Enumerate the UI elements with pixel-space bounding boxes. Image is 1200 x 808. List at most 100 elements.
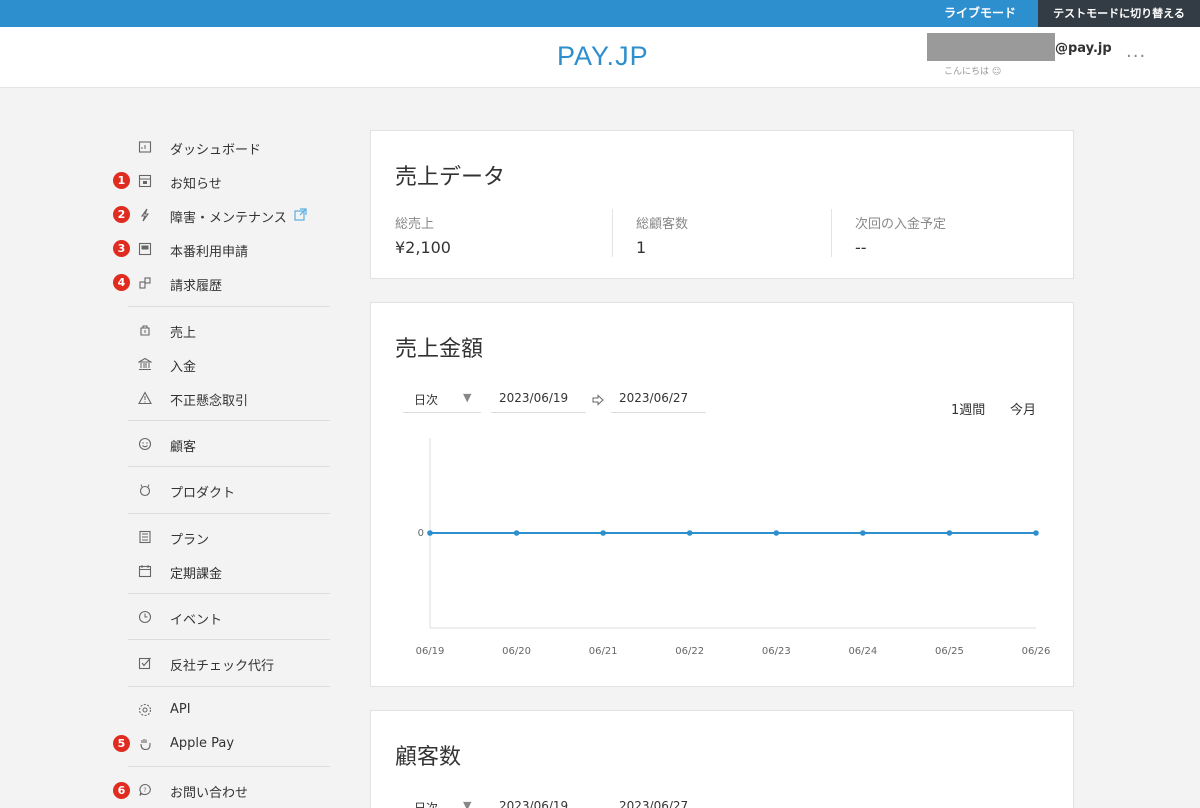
smile-icon: ☺ bbox=[991, 67, 1002, 77]
sales-data-card: 売上データ 総売上 ¥2,100 総顧客数 1 次回の入金予定 -- bbox=[370, 130, 1074, 279]
interval-value: 日次 bbox=[414, 801, 439, 808]
sidebar-item-label: ダッシュボード bbox=[170, 143, 262, 158]
sidebar-item-production-application[interactable]: 本番利用申請 bbox=[128, 234, 330, 264]
logo-dot: . bbox=[606, 41, 616, 71]
sidebar-item-label: プロダクト bbox=[170, 486, 236, 501]
dropdown-arrow-icon: ▼ bbox=[463, 391, 472, 404]
plan-icon bbox=[139, 530, 151, 544]
sidebar-item-antisocial-check[interactable]: 反社チェック代行 bbox=[128, 648, 330, 678]
svg-text:?: ? bbox=[143, 787, 146, 794]
sidebar-divider bbox=[128, 593, 330, 594]
stat-divider bbox=[831, 209, 832, 257]
x-tick-label: 06/22 bbox=[675, 646, 704, 657]
sidebar-divider bbox=[128, 466, 330, 467]
sidebar-item-label: 顧客 bbox=[170, 440, 197, 455]
range-month-button[interactable]: 今月 bbox=[1010, 399, 1036, 418]
sidebar-item-customers[interactable]: 顧客 bbox=[128, 429, 330, 459]
dropdown-arrow-icon: ▼ bbox=[463, 799, 472, 808]
redacted-email bbox=[927, 33, 1055, 61]
sidebar-item-sales[interactable]: 売上 bbox=[128, 315, 330, 345]
customer-icon bbox=[138, 437, 152, 451]
product-icon bbox=[139, 484, 151, 497]
sidebar-item-label: 売上 bbox=[170, 326, 197, 341]
stat-total-customers: 総顧客数 1 bbox=[636, 213, 688, 257]
logo-main: PAY bbox=[557, 41, 607, 71]
sales-icon bbox=[140, 325, 150, 336]
sidebar-item-label: API bbox=[170, 702, 191, 717]
data-point bbox=[773, 530, 780, 536]
apple-pay-icon bbox=[140, 739, 151, 751]
date-from-input[interactable]: 2023/06/19 bbox=[491, 797, 586, 808]
date-to-input[interactable]: 2023/06/27 bbox=[611, 797, 706, 808]
sidebar-item-contact[interactable]: ? お問い合わせ bbox=[128, 775, 330, 805]
subscription-icon bbox=[138, 565, 152, 578]
sidebar-item-dashboard[interactable]: ダッシュボード bbox=[128, 132, 330, 162]
x-tick-label: 06/20 bbox=[502, 646, 531, 657]
sidebar-item-label: イベント bbox=[170, 613, 223, 628]
sidebar-item-label: Apple Pay bbox=[170, 736, 235, 751]
data-point bbox=[860, 530, 866, 536]
application-icon bbox=[138, 242, 152, 256]
x-tick-label: 06/26 bbox=[1022, 646, 1051, 657]
switch-test-mode-button[interactable]: テストモードに切り替える bbox=[1038, 0, 1200, 27]
sidebar-item-maintenance[interactable]: 障害・メンテナンス bbox=[128, 200, 330, 230]
sidebar-divider bbox=[128, 686, 330, 687]
greeting-text: こんにちは ☺ bbox=[944, 64, 1001, 77]
warning-icon bbox=[138, 391, 152, 405]
date-to-input[interactable]: 2023/06/27 bbox=[611, 389, 706, 413]
sidebar-item-events[interactable]: イベント bbox=[128, 602, 330, 632]
date-from-value: 2023/06/19 bbox=[499, 391, 569, 405]
sidebar-item-deposit[interactable]: 入金 bbox=[128, 349, 330, 379]
sidebar-item-plans[interactable]: プラン bbox=[128, 522, 330, 552]
stat-label: 総顧客数 bbox=[636, 217, 689, 232]
sales-amount-card: 売上金額 日次 ▼ 2023/06/19 2023/06/27 1週間 今月 0… bbox=[370, 302, 1074, 687]
stat-next-deposit: 次回の入金予定 -- bbox=[855, 213, 946, 257]
sidebar-item-label: 定期課金 bbox=[170, 567, 223, 582]
card-title: 売上データ bbox=[395, 165, 506, 190]
clock-icon bbox=[138, 610, 152, 624]
sidebar-divider bbox=[128, 513, 330, 514]
x-tick-label: 06/25 bbox=[935, 646, 964, 657]
x-tick-label: 06/21 bbox=[589, 646, 618, 657]
sidebar-item-subscriptions[interactable]: 定期課金 bbox=[128, 556, 330, 586]
stat-label: 総売上 bbox=[395, 217, 435, 232]
interval-select[interactable]: 日次 ▼ bbox=[403, 797, 481, 808]
sidebar-item-label: 本番利用申請 bbox=[170, 245, 249, 260]
date-from-input[interactable]: 2023/06/19 bbox=[491, 389, 586, 413]
data-point bbox=[427, 530, 433, 536]
sidebar-item-notice[interactable]: お知らせ bbox=[128, 166, 330, 196]
interval-select[interactable]: 日次 ▼ bbox=[403, 389, 481, 413]
data-point bbox=[600, 530, 606, 536]
range-week-button[interactable]: 1週間 bbox=[951, 399, 985, 418]
api-icon bbox=[138, 703, 152, 717]
sidebar-item-fraud[interactable]: 不正懸念取引 bbox=[128, 383, 330, 413]
stat-value: ¥2,100 bbox=[395, 238, 451, 257]
header: PAY.JP @pay.jp こんにちは ☺ ... bbox=[0, 27, 1200, 88]
sidebar-item-api[interactable]: API bbox=[128, 695, 330, 725]
notice-icon bbox=[138, 174, 152, 188]
data-point bbox=[513, 530, 520, 536]
card-title: 売上金額 bbox=[395, 337, 484, 362]
data-point bbox=[946, 530, 953, 536]
lightning-icon bbox=[140, 208, 150, 222]
sidebar: ダッシュボード 1 お知らせ 2 障害・メンテナンス 3 本番利用申請 4 請求… bbox=[0, 88, 340, 808]
sidebar-item-label: 障害・メンテナンス bbox=[170, 211, 287, 226]
stat-value: -- bbox=[855, 238, 867, 257]
x-tick-label: 06/19 bbox=[416, 646, 445, 657]
billing-history-icon bbox=[139, 277, 151, 289]
logo-suffix: JP bbox=[615, 41, 649, 71]
bank-icon bbox=[138, 357, 152, 370]
stat-divider bbox=[612, 209, 613, 257]
sidebar-item-products[interactable]: プロダクト bbox=[128, 475, 330, 505]
stat-total-sales: 総売上 ¥2,100 bbox=[395, 213, 451, 257]
live-mode-label: ライブモード bbox=[943, 6, 1016, 20]
sidebar-item-apple-pay[interactable]: Apple Pay bbox=[128, 729, 330, 759]
sales-line-chart: 0 06/19 06/20 06/21 06/22 06/23 06/24 06/25 06/2… bbox=[416, 438, 1051, 657]
date-to-value: 2023/06/27 bbox=[619, 799, 689, 808]
payjp-logo[interactable]: PAY.JP bbox=[557, 41, 649, 72]
account-email[interactable]: @pay.jp bbox=[1055, 41, 1112, 56]
more-menu-icon[interactable]: ... bbox=[1126, 43, 1146, 61]
sidebar-item-billing-history[interactable]: 請求履歴 bbox=[128, 268, 330, 298]
dashboard-icon bbox=[138, 141, 152, 153]
greeting-label: こんにちは bbox=[944, 67, 990, 77]
